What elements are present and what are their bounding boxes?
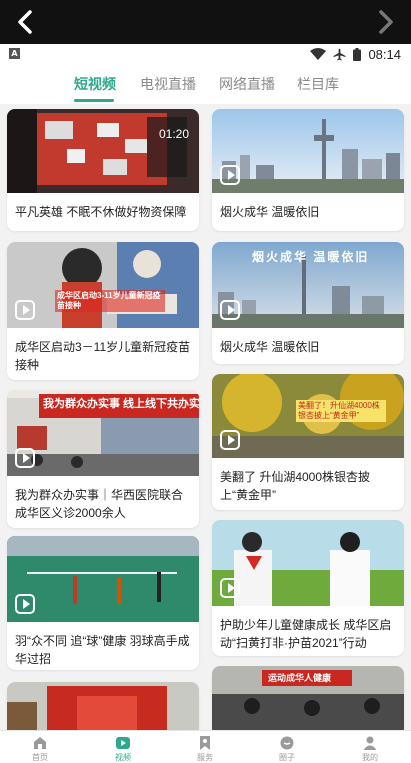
video-title: 护助少年儿童健康成长 成华区启动“扫黄打非·护苗2021”行动 <box>220 618 392 650</box>
status-bar: A 08:14 <box>0 44 411 64</box>
bottom-nav-label: 视频 <box>115 753 131 762</box>
notification-a-icon: A <box>9 48 20 59</box>
play-icon <box>15 594 35 614</box>
thumbnail-caption: 我为群众办实事 线上线下共办实事 <box>43 398 199 410</box>
status-icons: 08:14 <box>310 44 401 64</box>
play-icon <box>220 430 240 450</box>
bookmark-icon <box>200 736 210 750</box>
wifi-icon <box>310 48 327 60</box>
video-title: 成华区启动3－11岁儿童新冠疫苗接种 <box>15 340 191 372</box>
video-title: 我为群众办实事｜华西医院联合成华区义诊2000余人 <box>15 488 184 520</box>
bottom-nav-label: 圈子 <box>279 753 295 762</box>
video-card[interactable]: 成华区启动3-11岁儿童新冠疫苗接种 成华区启动3－11岁儿童新冠疫苗接种 <box>7 242 199 380</box>
bottom-nav-video[interactable]: 视频 <box>93 735 153 763</box>
thumbnail-caption: 美翻了！升仙湖4000株银杏披上“黄金甲” <box>296 400 386 422</box>
tab-tv-live[interactable]: 电视直播 <box>140 74 196 94</box>
video-card[interactable]: 烟火成华 温暖依旧 <box>212 109 404 231</box>
battery-icon <box>353 47 362 61</box>
bottom-nav: 首页 视频 服务 圈子 我的 <box>0 730 411 763</box>
play-icon <box>220 578 240 598</box>
video-card[interactable]: 护助少年儿童健康成长 成华区启动“扫黄打非·护苗2021”行动 <box>212 520 404 656</box>
video-icon <box>116 737 130 749</box>
play-icon <box>220 300 240 320</box>
video-thumbnail <box>212 109 404 193</box>
chat-icon <box>280 736 294 750</box>
video-thumbnail: 成华区启动3-11岁儿童新冠疫苗接种 <box>7 242 199 328</box>
bottom-nav-circle[interactable]: 圈子 <box>257 735 317 763</box>
video-thumbnail: 烟火成华 温暖依旧 <box>212 242 404 328</box>
user-icon <box>363 736 377 750</box>
bottom-nav-home[interactable]: 首页 <box>10 735 70 763</box>
video-thumbnail: 我为群众办实事 线上线下共办实事 <box>7 390 199 476</box>
video-title: 羽“众不同 追“球”健康 羽球高手成华过招 <box>15 634 190 666</box>
bottom-nav-label: 服务 <box>197 753 213 762</box>
video-thumbnail: 美翻了！升仙湖4000株银杏披上“黄金甲” <box>212 374 404 458</box>
thumbnail-caption: 运动成华人健康 <box>268 673 332 683</box>
video-grid: 01:20 平凡英雄 不眠不休做好物资保障 烟火成华 温暖依旧 成华区启动3-1… <box>0 104 411 730</box>
play-icon <box>15 448 35 468</box>
clock-time: 08:14 <box>368 46 401 62</box>
video-title: 平凡英雄 不眠不休做好物资保障 <box>15 205 187 219</box>
video-title: 烟火成华 温暖依旧 <box>220 205 320 219</box>
video-thumbnail <box>7 536 199 622</box>
video-thumbnail: 01:20 <box>7 109 199 193</box>
play-icon <box>220 165 240 185</box>
video-thumbnail: 运动成华人健康 <box>212 666 404 730</box>
bottom-nav-mine[interactable]: 我的 <box>340 735 400 763</box>
video-card[interactable]: 美翻了！升仙湖4000株银杏披上“黄金甲” 美翻了 升仙湖4000株银杏披上“黄… <box>212 374 404 510</box>
video-thumbnail <box>212 520 404 606</box>
video-card[interactable]: 羽“众不同 追“球”健康 羽球高手成华过招 <box>7 536 199 670</box>
video-card[interactable]: 01:20 平凡英雄 不眠不休做好物资保障 <box>7 109 199 231</box>
active-tab-indicator <box>74 99 114 102</box>
video-title: 美翻了 升仙湖4000株银杏披上“黄金甲” <box>220 470 371 502</box>
bottom-nav-label: 我的 <box>362 753 378 762</box>
bottom-nav-service[interactable]: 服务 <box>175 735 235 763</box>
video-card[interactable]: 烟火成华 温暖依旧 烟火成华 温暖依旧 <box>212 242 404 364</box>
tab-short-video[interactable]: 短视频 <box>74 74 116 94</box>
browser-top-bar <box>0 0 411 44</box>
forward-arrow-icon[interactable] <box>365 2 405 42</box>
video-duration: 01:20 <box>158 127 189 141</box>
tab-web-live[interactable]: 网络直播 <box>219 74 275 94</box>
tab-program-library[interactable]: 栏目库 <box>297 74 339 94</box>
video-title: 烟火成华 温暖依旧 <box>220 340 320 354</box>
thumbnail-caption: 烟火成华 温暖依旧 <box>252 250 370 264</box>
play-icon <box>15 300 35 320</box>
home-icon <box>34 737 46 749</box>
bottom-nav-label: 首页 <box>32 753 48 762</box>
thumbnail-caption: 成华区启动3-11岁儿童新冠疫苗接种 <box>55 290 165 312</box>
video-card[interactable] <box>7 682 199 730</box>
video-thumbnail <box>7 682 199 730</box>
video-card[interactable]: 运动成华人健康 <box>212 666 404 730</box>
video-tabs: 短视频 电视直播 网络直播 栏目库 <box>0 64 411 104</box>
video-card[interactable]: 我为群众办实事 线上线下共办实事 我为群众办实事｜华西医院联合成华区义诊2000… <box>7 390 199 528</box>
airplane-icon <box>333 48 346 60</box>
back-arrow-icon[interactable] <box>6 2 46 42</box>
